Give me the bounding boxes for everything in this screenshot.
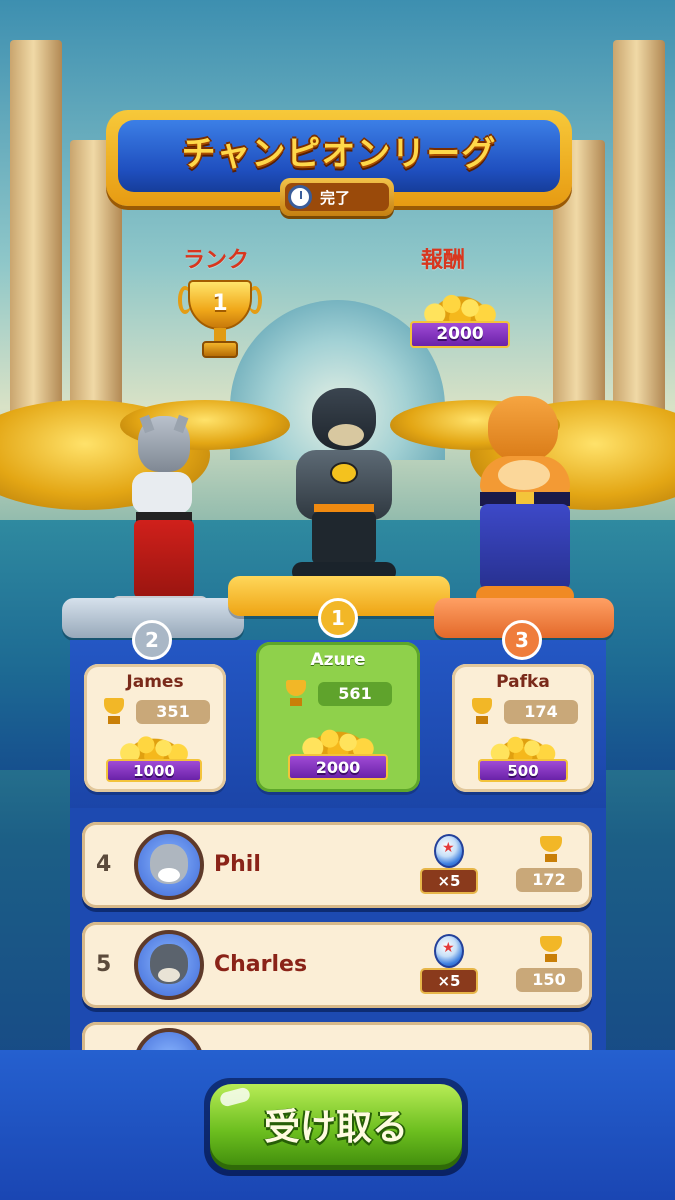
- bear-head: [488, 396, 558, 462]
- list-item[interactable]: 5 Charles ×5 150: [82, 922, 592, 1008]
- avatar-muzzle: [158, 968, 180, 982]
- podium-card-2[interactable]: James 351 1000: [84, 664, 226, 792]
- medal-3-icon: 3: [502, 620, 542, 660]
- coin-pile: [418, 286, 502, 326]
- avatar-muzzle: [158, 868, 180, 882]
- ranking-list[interactable]: 4 Phil ×5 172 5 Charles ×5 150: [70, 808, 606, 1098]
- w-emblem-icon: [330, 462, 358, 484]
- list-item[interactable]: 4 Phil ×5 172: [82, 822, 592, 908]
- booster-count: ×5: [420, 868, 478, 894]
- status-badge: 完了: [280, 178, 394, 216]
- row-rank: 4: [96, 852, 112, 877]
- coin-stack-icon: 1000: [106, 730, 202, 782]
- player-trophy-count: 174: [504, 700, 578, 724]
- player-name: James: [126, 672, 184, 692]
- podium-card-3[interactable]: Pafka 174 500: [452, 664, 594, 792]
- clock-icon: [288, 185, 312, 209]
- pillar-left: [10, 40, 62, 420]
- booster-count: ×5: [420, 968, 478, 994]
- trophy-icon: [536, 836, 566, 864]
- podium-card-1[interactable]: Azure 561 2000: [256, 642, 420, 792]
- trophy-base: [476, 716, 488, 724]
- player-reward: 2000: [288, 754, 388, 780]
- player-name: Phil: [214, 852, 261, 877]
- medal-2-icon: 2: [132, 620, 172, 660]
- cat-arms: [132, 472, 192, 514]
- blue-pants: [480, 504, 570, 590]
- rank-trophy-icon: 1: [177, 280, 263, 360]
- trophy-icon: [536, 936, 566, 964]
- trophy-cup: [104, 698, 124, 714]
- booster-reward: ×5: [420, 834, 478, 894]
- trophy-base: [290, 698, 302, 706]
- reward-value: 2000: [410, 320, 510, 348]
- coin-stack-icon: 2000: [288, 722, 388, 780]
- avatar: [134, 830, 204, 900]
- booster-reward: ×5: [420, 934, 478, 994]
- player-trophy-count: 172: [516, 868, 582, 892]
- podium: 2 James 351 1000 1 Azure 561 2000 3 Pafk…: [62, 576, 614, 808]
- player-name: Charles: [214, 952, 308, 977]
- league-title: チャンピオンリーグ: [181, 134, 497, 174]
- status-text: 完了: [320, 189, 351, 207]
- pillar-right: [613, 40, 665, 420]
- row-rank: 5: [96, 952, 112, 977]
- coin-stack-icon: 500: [478, 730, 568, 782]
- trophy-cup: [472, 698, 492, 714]
- avatar: [134, 930, 204, 1000]
- trophy-base: [545, 854, 557, 862]
- trophy-icon: [282, 680, 310, 708]
- trophy-base: [202, 340, 238, 359]
- character-james: [112, 414, 212, 612]
- wolf-legs: [312, 512, 376, 564]
- player-reward: 500: [478, 759, 568, 782]
- player-trophy-count: 561: [318, 682, 392, 706]
- reward-coin-stack-icon: 2000: [410, 286, 510, 348]
- belt: [314, 504, 374, 512]
- player-trophy-count: 351: [136, 700, 210, 724]
- booster-ball-icon: [434, 834, 464, 868]
- medal-1-icon: 1: [318, 598, 358, 638]
- wolf-muzzle: [328, 424, 364, 446]
- reward-label: 報酬: [421, 248, 466, 273]
- trophy-base: [545, 954, 557, 962]
- trophy-cup: [540, 936, 562, 952]
- red-pants: [134, 520, 194, 598]
- claim-button-label: 受け取る: [263, 1107, 408, 1148]
- rank-label: ランク: [183, 248, 250, 273]
- booster-ball-icon: [434, 934, 464, 968]
- trophy-cup: [286, 680, 306, 696]
- trophy-cup: [540, 836, 562, 852]
- claim-button[interactable]: 受け取る: [204, 1078, 468, 1176]
- player-reward: 1000: [106, 759, 202, 782]
- bear-belly: [498, 460, 550, 490]
- character-azure: [288, 388, 400, 588]
- character-pafka: [470, 396, 580, 612]
- player-trophy-count: 150: [516, 968, 582, 992]
- trophy-icon: [100, 698, 128, 726]
- trophy-icon: [468, 698, 496, 726]
- rank-value: 1: [212, 291, 228, 317]
- player-name: Pafka: [496, 672, 550, 692]
- trophy-base: [108, 716, 120, 724]
- player-name: Azure: [310, 650, 366, 670]
